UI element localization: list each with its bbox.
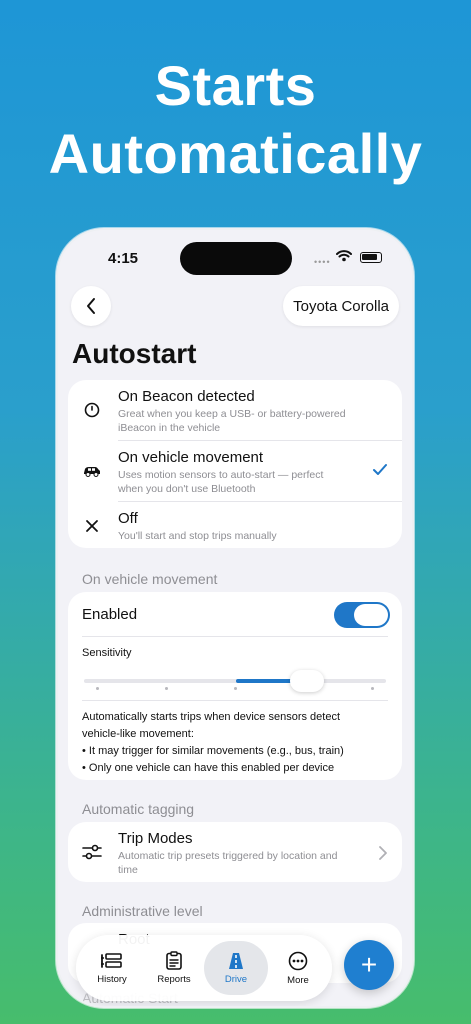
section-header-admin: Administrative level (82, 903, 203, 919)
option-label: On vehicle movement (118, 449, 264, 466)
trip-modes-content: Trip Modes Automatic trip presets trigge… (68, 822, 402, 882)
back-button[interactable] (71, 286, 111, 326)
info-bullet: • It may trigger for similar movements (… (82, 745, 344, 757)
trip-modes-label: Trip Modes (118, 830, 193, 847)
option-desc: You'll start and stop trips manually (118, 530, 277, 542)
plus-icon: + (360, 949, 378, 980)
history-icon (101, 952, 122, 968)
status-bar: 4:15 •••• (58, 230, 412, 282)
sensitivity-slider-knob[interactable] (290, 670, 324, 692)
close-icon (82, 516, 102, 536)
trip-modes-desc: Automatic trip presets triggered by loca… (118, 850, 338, 876)
promo-line-1: Starts (154, 54, 317, 117)
tab-more[interactable]: More (266, 941, 330, 995)
checkmark-icon (373, 464, 387, 475)
dynamic-island (180, 242, 292, 275)
reports-icon (166, 951, 182, 970)
option-beacon[interactable]: On Beacon detected Great when you keep a… (68, 380, 402, 440)
option-vehicle-movement[interactable]: On vehicle movement Uses motion sensors … (68, 441, 402, 501)
option-desc: Great when you keep a USB- or battery-po… (118, 408, 346, 434)
section-header-tagging: Automatic tagging (82, 801, 195, 817)
tab-history[interactable]: History (80, 941, 144, 995)
more-icon (288, 951, 308, 970)
trip-modes-row[interactable]: Trip Modes Automatic trip presets trigge… (68, 822, 402, 882)
info-line: Automatically starts trips when device s… (82, 711, 341, 740)
sensitivity-slider-track[interactable] (84, 679, 386, 683)
slider-tick (371, 687, 374, 690)
page-title: Autostart (72, 338, 197, 369)
enabled-label: Enabled (82, 606, 138, 623)
status-time: 4:15 (108, 250, 139, 267)
divider (82, 636, 388, 637)
sliders-icon (82, 842, 102, 862)
promo-headline: Starts Automatically (0, 52, 471, 188)
option-label: On Beacon detected (118, 388, 255, 405)
chevron-left-icon (87, 298, 95, 314)
tab-reports[interactable]: Reports (142, 941, 206, 995)
tab-bar: History Reports Drive More (76, 935, 332, 1001)
movement-info-text: Automatically starts trips when device s… (82, 709, 372, 777)
wifi-icon (336, 250, 352, 262)
enabled-toggle[interactable] (334, 602, 390, 628)
movement-settings-card: Enabled Sensitivity Automatically starts… (68, 592, 402, 780)
slider-tick (165, 687, 168, 690)
chevron-right-icon (379, 846, 387, 860)
nav-bar: Toyota Corolla (58, 285, 412, 327)
promo-line-2: Automatically (48, 122, 423, 185)
tab-label: Drive (224, 973, 248, 985)
option-label: Off (118, 510, 138, 527)
car-icon (82, 461, 102, 481)
road-icon (229, 952, 243, 969)
sensitivity-label: Sensitivity (82, 647, 132, 659)
tab-label: More (287, 974, 309, 986)
battery-icon (360, 252, 382, 263)
autostart-options-card: On Beacon detected Great when you keep a… (68, 380, 402, 548)
signal-icon: •••• (314, 257, 331, 267)
option-off[interactable]: Off You'll start and stop trips manually (68, 502, 402, 548)
divider (82, 700, 388, 701)
slider-tick (234, 687, 237, 690)
vehicle-selector-button[interactable]: Toyota Corolla (283, 286, 399, 326)
tab-label: Reports (157, 974, 191, 985)
tab-drive[interactable]: Drive (204, 941, 268, 995)
add-trip-button[interactable]: + (344, 940, 394, 990)
section-header-movement: On vehicle movement (82, 571, 218, 587)
phone-screen: 4:15 •••• Toyota Corolla Autostart On Be… (56, 228, 414, 1008)
beacon-icon (82, 400, 102, 420)
toggle-knob (354, 604, 388, 626)
slider-tick (96, 687, 99, 690)
tab-label: History (97, 973, 127, 985)
option-desc: Uses motion sensors to auto-start — perf… (118, 469, 324, 495)
info-bullet: • Only one vehicle can have this enabled… (82, 762, 335, 774)
